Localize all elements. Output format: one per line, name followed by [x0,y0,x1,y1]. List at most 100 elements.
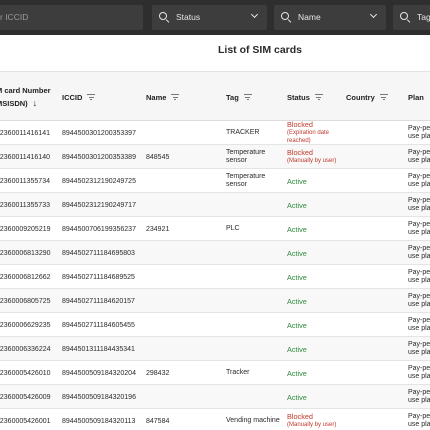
search-icon [159,12,167,20]
status-label: Active [287,296,307,306]
plan-label: Pay-per-use plan [408,149,430,164]
status-badge: Active [287,297,307,306]
cell-iccid: 8944500509184320113 [62,417,136,425]
cell-tag [226,265,282,289]
column-header-msisdn-line1: M card Number [0,85,51,95]
cell-plan: Pay-per-use plan [408,121,430,145]
page-title: List of SIM cards [217,44,302,56]
filter-icon[interactable] [87,94,96,100]
cell-name: 234921 [146,225,170,233]
table-row[interactable]: 32360011355733 8944502312190249717 Active P… [0,193,430,217]
column-header-iccid-label: ICCID [62,92,83,102]
iccid-search-placeholder: r ICCID [0,12,29,22]
table-row[interactable]: 32360011355734 8944502312190249725 Tempera… [0,169,430,193]
filter-icon[interactable] [314,94,323,100]
cell-tag [226,193,282,217]
table-row[interactable]: 32360006813290 8944502711184695803 Active P… [0,241,430,265]
cell-msisdn: 32360006812662 [0,273,51,281]
cell-tag: Temperature sensor [226,173,266,188]
cell-tag [226,289,282,313]
cell-plan: Pay-per-use plan [408,169,430,193]
cell-status: Blocked (Expiration date reached) [287,121,343,145]
cell-status: Active [287,265,307,289]
plan-label: Pay-per-use plan [408,365,430,380]
filter-bar: r ICCID Status Name Tag [0,0,430,35]
cell-plan: Pay-per-use plan [408,193,430,217]
column-header-plan-label: Plan [408,92,424,102]
sort-descending-icon[interactable]: ↓ [33,97,38,109]
status-badge: Active [287,249,307,258]
cell-tag [226,385,282,409]
filter-icon[interactable] [379,94,388,100]
table-row[interactable]: 32360005426001 8944500509184320113 847584 V… [0,409,430,430]
column-header-status-label: Status [287,92,310,102]
plan-label: Pay-per-use plan [408,389,430,404]
cell-msisdn: 32360005426009 [0,393,51,401]
filter-icon[interactable] [243,94,252,100]
cell-plan: Pay-per-use plan [408,385,430,409]
status-label: Active [287,248,307,258]
status-badge: Blocked (Expiration date reached) [287,121,343,145]
table-row[interactable]: 32360005426010 8944500509184320204 298432 T… [0,361,430,385]
cell-msisdn: 32360009205219 [0,225,51,233]
table-header: M card Number MSISDN) ↓ ICCID Name Tag St… [0,71,430,121]
cell-plan: Pay-per-use plan [408,217,430,241]
cell-plan: Pay-per-use plan [408,145,430,169]
table-row[interactable]: 32360006812662 8944502711184689525 Active P… [0,265,430,289]
column-header-name[interactable]: Name [146,72,180,122]
cell-plan: Pay-per-use plan [408,337,430,361]
filter-icon[interactable] [171,94,180,100]
cell-msisdn: 32360005426010 [0,369,51,377]
column-header-plan[interactable]: Plan [408,72,424,122]
cell-plan: Pay-per-use plan [408,361,430,385]
status-label: Active [287,368,307,378]
column-header-name-label: Name [146,92,167,102]
status-badge: Active [287,273,307,282]
column-header-tag[interactable]: Tag [226,72,252,122]
cell-msisdn: 32360005426001 [0,417,51,425]
status-badge: Active [287,177,307,186]
cell-tag: PLC [226,225,240,232]
table-row[interactable]: 32360006629235 8944502711184605455 Active P… [0,313,430,337]
plan-label: Pay-per-use plan [408,221,430,236]
table-row[interactable]: 32360009205219 8944500706199356237 234921 P… [0,217,430,241]
table-row[interactable]: 32360006805725 8944502711184620157 Active P… [0,289,430,313]
status-label: Blocked [287,120,313,129]
status-filter-select[interactable]: Status [152,5,267,30]
column-header-msisdn[interactable]: M card Number MSISDN) ↓ [0,72,51,122]
plan-label: Pay-per-use plan [408,269,430,284]
iccid-search-input[interactable]: r ICCID [0,5,143,30]
cell-status: Active [287,337,307,361]
tag-filter-select[interactable]: Tag [393,5,430,30]
name-filter-select[interactable]: Name [274,5,386,30]
plan-label: Pay-per-use plan [408,125,430,140]
status-label: Active [287,392,307,402]
table-row[interactable]: 32360005426009 8944500509184320196 Active P… [0,385,430,409]
cell-status: Active [287,169,307,193]
cell-tag [226,313,282,337]
status-badge: Active [287,393,307,402]
plan-label: Pay-per-use plan [408,173,430,188]
status-reason: (Manually by user) [287,422,337,428]
table-row[interactable]: 32360006336224 8944501311184435341 Active P… [0,337,430,361]
cell-name: 848545 [146,153,170,161]
cell-iccid: 8944502312190249717 [62,201,136,209]
column-header-iccid[interactable]: ICCID [62,72,96,122]
status-label: Blocked [287,148,313,157]
cell-iccid: 8944500706199356237 [62,225,136,233]
column-header-status[interactable]: Status [287,72,323,122]
column-header-country[interactable]: Country [346,72,388,122]
cell-iccid: 8944500509184320196 [62,393,136,401]
cell-msisdn: 32360011355733 [0,201,50,209]
cell-msisdn: 32360006629235 [0,321,51,329]
cell-tag [226,241,282,265]
table-row[interactable]: 32360011416141 8944500301200353397 TRACKER… [0,121,430,145]
cell-tag: Temperature sensor [226,149,266,164]
status-label: Active [287,200,307,210]
cell-iccid: 8944502312190249725 [62,177,136,185]
table-row[interactable]: 32360011416140 8944500301200353389 848545 T… [0,145,430,169]
tag-filter-label: Tag [417,12,430,22]
status-label: Active [287,272,307,282]
status-badge: Active [287,225,307,234]
status-label: Active [287,344,307,354]
